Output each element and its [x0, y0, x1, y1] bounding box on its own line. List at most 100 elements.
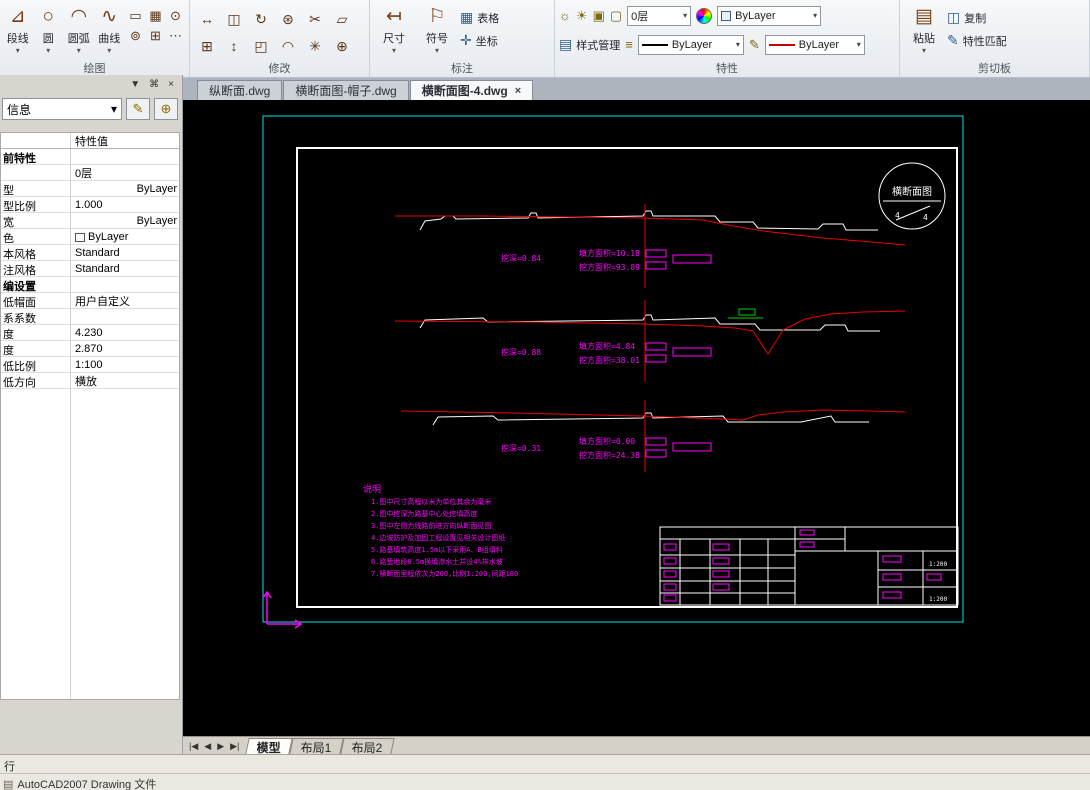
- trim-icon[interactable]: ✂: [302, 6, 328, 32]
- arc-button[interactable]: ◠ 圆弧 ▾: [65, 3, 93, 61]
- table-row[interactable]: 低比例 1:100: [1, 357, 179, 373]
- cut-area-1: 挖方面积=93.89: [579, 262, 640, 272]
- layer-combo[interactable]: 0层 ▾: [627, 5, 692, 26]
- table-icon: ▦: [460, 9, 474, 25]
- doc-tab-2[interactable]: 横断面图-帽子.dwg: [283, 80, 409, 100]
- dimension-button[interactable]: ↤ 尺寸 ▾: [374, 3, 414, 61]
- fill-area-1: 填方面积=10.18: [579, 248, 640, 258]
- points-icon[interactable]: ⋯: [166, 26, 185, 45]
- table-row[interactable]: 0层: [1, 165, 179, 181]
- doc-tab-3-active[interactable]: 横断面图-4.dwg ×: [409, 80, 534, 100]
- pin-icon[interactable]: ⌘: [149, 79, 159, 90]
- table-row[interactable]: 本风格 Standard: [1, 245, 179, 261]
- prev-tab-icon[interactable]: ◀: [204, 741, 211, 752]
- table-row[interactable]: 度 2.870: [1, 341, 179, 357]
- note-line: 2.图中挖深为路基中心处挖填高度: [371, 509, 477, 518]
- lineweight-combo[interactable]: ByLayer ▾: [764, 34, 865, 55]
- explode-icon[interactable]: ✳: [302, 33, 328, 59]
- aux-marks[interactable]: [728, 308, 763, 319]
- erase-icon[interactable]: ▱: [329, 6, 355, 32]
- lineweight-value: ByLayer: [798, 38, 840, 51]
- bulb-icon[interactable]: ☼: [559, 8, 571, 23]
- panel-label-clipboard[interactable]: 剪切板: [900, 60, 1089, 76]
- table-row[interactable]: 注风格 Standard: [1, 261, 179, 277]
- section-general[interactable]: 前特性: [1, 149, 179, 165]
- spline-button[interactable]: ∿ 曲线 ▾: [96, 3, 124, 61]
- style-manager-button[interactable]: ▤ 样式管理: [559, 36, 620, 53]
- close-icon[interactable]: ×: [515, 85, 521, 97]
- copy-clip-button[interactable]: ◫ 复制: [947, 9, 1007, 26]
- layer-box-icon[interactable]: ▢: [610, 8, 622, 24]
- selection-combo-value: 信息: [7, 102, 32, 117]
- donut-icon[interactable]: ⊚: [126, 26, 145, 45]
- table-row[interactable]: 型比例 1.000: [1, 197, 179, 213]
- table-row[interactable]: 低方向 横放: [1, 373, 179, 389]
- symbol-button[interactable]: ⚐ 符号 ▾: [417, 3, 457, 61]
- tab-model[interactable]: 模型: [245, 738, 294, 755]
- drawing-canvas[interactable]: 横断面图 4 4 挖深=0.84 填方面积=10.18 挖方面积=93.89 挖…: [183, 100, 1090, 736]
- table-row[interactable]: 度 4.230: [1, 325, 179, 341]
- brush-icon[interactable]: ✎: [749, 37, 760, 53]
- spline-icon: ∿: [101, 6, 118, 27]
- fillet-icon[interactable]: ◠: [275, 33, 301, 59]
- table-row[interactable]: 系系数: [1, 309, 179, 325]
- annotate-panel-body: ↤ 尺寸 ▾ ⚐ 符号 ▾ ▦ 表格 ✛ 坐标: [374, 3, 550, 63]
- chevron-down-icon: ▾: [434, 46, 439, 55]
- file-type-text: AutoCAD2007 Drawing 文件: [17, 779, 157, 790]
- region-icon[interactable]: ⊞: [146, 26, 165, 45]
- tab-layout2[interactable]: 布局2: [340, 738, 395, 755]
- color-wheel-icon[interactable]: [696, 7, 713, 24]
- copy-icon[interactable]: ◫: [221, 6, 247, 32]
- match-properties-button[interactable]: ✎ 特性匹配: [947, 32, 1007, 49]
- panel-label-modify[interactable]: 修改: [190, 60, 369, 76]
- hatch-icon[interactable]: ▦: [146, 6, 165, 25]
- coordinate-button[interactable]: ✛ 坐标: [460, 32, 499, 49]
- panel-label-properties[interactable]: 特性: [555, 60, 899, 76]
- linetype-combo[interactable]: ByLayer ▾: [637, 34, 744, 55]
- list-lines-icon[interactable]: ≡: [625, 37, 633, 52]
- table-row[interactable]: 低帽面 用户自定义: [1, 293, 179, 309]
- note-line: 7.横断面里程依次为200,比例1:200,间距100: [371, 569, 518, 578]
- next-tab-icon[interactable]: ▶: [217, 741, 224, 752]
- paste-button[interactable]: ▤ 粘贴 ▾: [904, 3, 944, 61]
- sun-icon[interactable]: ☀: [576, 8, 588, 24]
- doc-tab-1[interactable]: 纵断面.dwg: [197, 80, 283, 100]
- aux-box: [738, 308, 756, 316]
- outer-frame[interactable]: [262, 115, 964, 623]
- last-tab-icon[interactable]: ▶|: [230, 741, 239, 752]
- select-objects-button[interactable]: ⊕: [154, 98, 178, 120]
- style-row: ▤ 样式管理 ≡ ByLayer ▾ ✎ ByLayer ▾: [559, 32, 895, 57]
- join-icon[interactable]: ⊕: [329, 33, 355, 59]
- rotate-icon[interactable]: ↻: [248, 6, 274, 32]
- tab-layout1[interactable]: 布局1: [289, 738, 344, 755]
- panel-label-draw[interactable]: 绘图: [0, 60, 189, 76]
- scale-icon[interactable]: ◰: [248, 33, 274, 59]
- panel-label-annotate[interactable]: 标注: [370, 60, 554, 76]
- section-settings[interactable]: 编设置: [1, 277, 179, 293]
- selection-combo[interactable]: 信息 ▾: [2, 98, 122, 120]
- fill-area-2: 填方面积=4.84: [579, 341, 635, 351]
- table-row[interactable]: 型 ByLayer: [1, 181, 179, 197]
- stretch-icon[interactable]: ↕: [221, 33, 247, 59]
- table-button[interactable]: ▦ 表格: [460, 9, 499, 26]
- move-icon[interactable]: ↔: [194, 6, 220, 32]
- color-combo[interactable]: ByLayer ▾: [717, 5, 822, 26]
- command-line[interactable]: 行: [0, 755, 1090, 774]
- array-icon[interactable]: ⊞: [194, 33, 220, 59]
- lock-icon[interactable]: ▣: [593, 8, 605, 24]
- table-row-color[interactable]: 色 ByLayer: [1, 229, 179, 245]
- quick-select-button[interactable]: ✎: [126, 98, 150, 120]
- title-block[interactable]: 1:200 1:200: [659, 526, 959, 606]
- table-row[interactable]: 宽 ByLayer: [1, 213, 179, 229]
- design-lines[interactable]: [394, 204, 906, 472]
- circle-button[interactable]: ○ 圆 ▾: [35, 3, 63, 61]
- polyline-button[interactable]: ⊿ 段线 ▾: [4, 3, 32, 61]
- close-icon[interactable]: ×: [168, 79, 174, 90]
- offset-icon[interactable]: ⊛: [275, 6, 301, 32]
- rectangle-icon[interactable]: ▭: [126, 6, 145, 25]
- drawing-stamp[interactable]: 横断面图 4 4: [878, 162, 946, 230]
- ellipse-icon[interactable]: ⊙: [166, 6, 185, 25]
- chevron-down-icon: ▾: [856, 40, 861, 49]
- dock-icon[interactable]: ▼: [130, 79, 140, 90]
- first-tab-icon[interactable]: |◀: [189, 741, 198, 752]
